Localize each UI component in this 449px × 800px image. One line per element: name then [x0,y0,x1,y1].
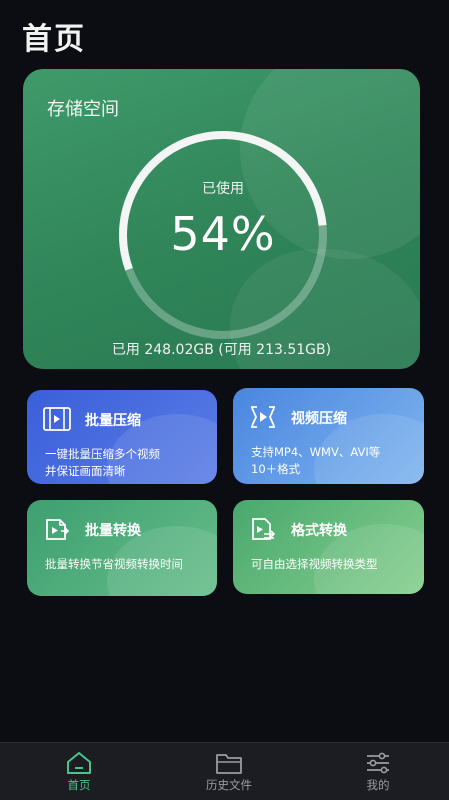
used-label: 已使用 [202,181,244,197]
nav-label: 历史文件 [206,778,252,792]
tile-title: 批量压缩 [85,413,141,429]
storage-title: 存储空间 [47,99,119,120]
batch-convert-icon [46,519,70,540]
format-convert-icon [252,518,276,540]
tile-desc: 批量转换节省视频转换时间 [45,557,183,571]
video-compress-icon [251,406,275,428]
folder-icon [216,754,242,774]
storage-detail: 已用 248.02GB (可用 213.51GB) [111,342,332,358]
video-compress-tile[interactable]: 视频压缩 支持MP4、WMV、AVI等 10＋格式 [233,388,424,484]
home-icon [67,752,91,774]
page-title: 首页 [22,22,86,57]
format-convert-tile[interactable]: 格式转换 可自由选择视频转换类型 [233,500,424,594]
sliders-icon [367,752,389,774]
batch-compress-icon [43,407,71,431]
nav-item-history[interactable]: 历史文件 [154,743,304,800]
tile-desc: 可自由选择视频转换类型 [251,557,378,571]
nav-label: 我的 [366,778,390,792]
bottom-nav: 首页 历史文件 我的 [0,742,449,800]
storage-card[interactable]: 存储空间 已使用 54% 已用 248.02GB (可用 213.51GB) [23,69,420,369]
tile-title: 视频压缩 [291,411,347,427]
home-screen: 首页 存储空间 已使用 54% 已用 248.02GB (可用 213.51GB… [0,0,449,800]
nav-label: 首页 [67,778,91,792]
tile-desc: 一键批量压缩多个视频 并保证画面清晰 [45,447,160,478]
nav-item-home[interactable]: 首页 [4,743,154,800]
batch-convert-tile[interactable]: 批量转换 批量转换节省视频转换时间 [27,500,217,596]
tile-title: 批量转换 [85,523,141,539]
tile-desc: 支持MP4、WMV、AVI等 10＋格式 [251,445,381,476]
tile-title: 格式转换 [291,523,347,539]
used-percent: 54% [170,207,276,261]
batch-compress-tile[interactable]: 批量压缩 一键批量压缩多个视频 并保证画面清晰 [27,390,217,484]
nav-item-mine[interactable]: 我的 [303,743,449,800]
